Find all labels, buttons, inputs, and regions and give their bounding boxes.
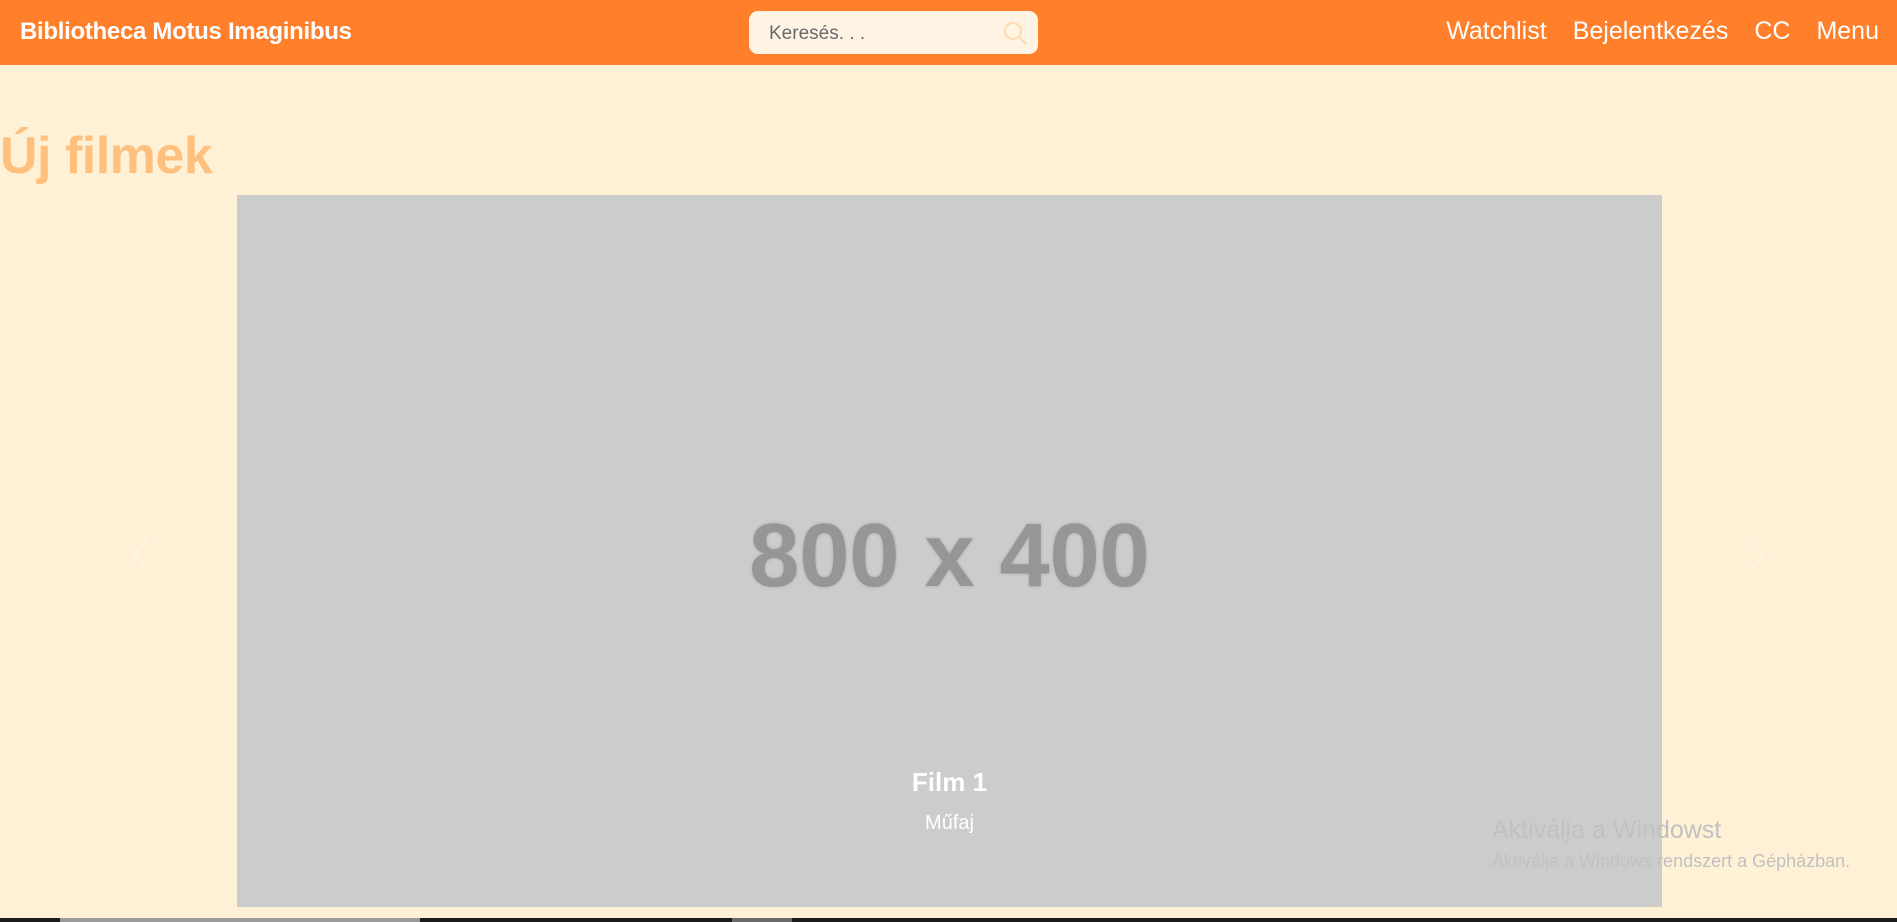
carousel-caption-title: Film 1 <box>911 767 988 797</box>
nav-link-login[interactable]: Bejelentkezés <box>1573 17 1729 46</box>
nav-link-cc[interactable]: CC <box>1754 17 1790 46</box>
search-input[interactable] <box>767 22 991 46</box>
section-title: Új filmek <box>0 127 213 185</box>
watermark-title: Aktiválja a Windowst <box>1492 816 1722 844</box>
navbar: Bibliotheca Motus Imaginibus Watchlist B… <box>0 0 1897 65</box>
chevron-right-icon <box>1749 538 1766 570</box>
carousel-caption-genre: Műfaj <box>925 812 974 834</box>
carousel-prev-button[interactable] <box>126 535 158 573</box>
taskbar-edge <box>0 918 1897 922</box>
chevron-left-icon <box>132 538 149 570</box>
taskbar-segment <box>60 918 420 922</box>
brand-logo[interactable]: Bibliotheca Motus Imaginibus <box>20 18 352 46</box>
carousel-next-button[interactable] <box>1740 535 1772 573</box>
windows-activation-watermark: Aktiválja a Windowst Aktiválja a Windows… <box>1492 816 1850 872</box>
nav-links: Watchlist Bejelentkezés CC Menu <box>1446 17 1879 46</box>
search-box <box>749 11 1038 54</box>
carousel-image-placeholder: 800 x 400 <box>749 506 1150 606</box>
nav-link-menu[interactable]: Menu <box>1816 17 1879 46</box>
carousel: 800 x 400 Film 1 Műfaj <box>237 195 1662 907</box>
watermark-subtitle: Aktiválja a Windows rendszert a Gépházba… <box>1492 851 1851 871</box>
nav-link-watchlist[interactable]: Watchlist <box>1446 17 1546 46</box>
search-icon[interactable] <box>1002 20 1028 46</box>
taskbar-segment <box>732 918 792 922</box>
